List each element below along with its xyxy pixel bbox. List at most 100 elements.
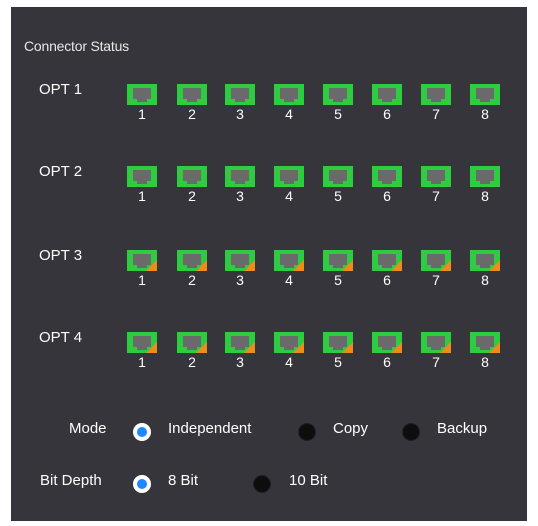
mode-copy-radio[interactable] xyxy=(298,423,316,441)
warning-corner-icon xyxy=(146,260,157,271)
mode-backup-radio[interactable] xyxy=(402,423,420,441)
warning-corner-icon xyxy=(244,260,255,271)
port-number: 5 xyxy=(334,272,342,288)
warning-corner-icon xyxy=(440,260,451,271)
opt-1-port-8: 8 xyxy=(470,84,500,122)
panel-title: Connector Status xyxy=(24,38,129,54)
port-number: 6 xyxy=(383,106,391,122)
port-number: 8 xyxy=(481,272,489,288)
ethernet-port-icon xyxy=(225,84,255,105)
ethernet-port-icon xyxy=(372,332,402,353)
opt-2-port-3: 3 xyxy=(225,166,255,204)
opt-3-port-2: 2 xyxy=(177,250,207,288)
port-number: 5 xyxy=(334,354,342,370)
ethernet-port-icon xyxy=(323,84,353,105)
port-number: 4 xyxy=(285,106,293,122)
ethernet-port-icon xyxy=(421,84,451,105)
port-number: 1 xyxy=(138,106,146,122)
ethernet-port-icon xyxy=(323,250,353,271)
bit-depth-label: Bit Depth xyxy=(40,472,102,489)
opt-3-port-4: 4 xyxy=(274,250,304,288)
port-number: 7 xyxy=(432,106,440,122)
opt-4-port-2: 2 xyxy=(177,332,207,370)
port-number: 6 xyxy=(383,272,391,288)
warning-corner-icon xyxy=(440,342,451,353)
bit-depth-10bit-radio[interactable] xyxy=(253,475,271,493)
opt-2-port-8: 8 xyxy=(470,166,500,204)
port-number: 2 xyxy=(188,188,196,204)
warning-corner-icon xyxy=(293,342,304,353)
port-number: 8 xyxy=(481,106,489,122)
ethernet-port-icon xyxy=(372,84,402,105)
opt-4-port-3: 3 xyxy=(225,332,255,370)
port-number: 7 xyxy=(432,354,440,370)
port-number: 4 xyxy=(285,272,293,288)
ethernet-port-icon xyxy=(274,250,304,271)
opt-1-port-2: 2 xyxy=(177,84,207,122)
port-number: 3 xyxy=(236,188,244,204)
opt-1-port-6: 6 xyxy=(372,84,402,122)
opt-3-port-7: 7 xyxy=(421,250,451,288)
mode-independent-label[interactable]: Independent xyxy=(168,420,251,437)
mode-backup-label[interactable]: Backup xyxy=(437,420,487,437)
opt-4-port-8: 8 xyxy=(470,332,500,370)
ethernet-port-icon xyxy=(127,332,157,353)
warning-corner-icon xyxy=(391,342,402,353)
warning-corner-icon xyxy=(196,260,207,271)
opt-4-port-1: 1 xyxy=(127,332,157,370)
ethernet-port-icon xyxy=(470,332,500,353)
ethernet-port-icon xyxy=(372,250,402,271)
opt-2-port-7: 7 xyxy=(421,166,451,204)
ethernet-port-icon xyxy=(177,332,207,353)
opt-3-port-6: 6 xyxy=(372,250,402,288)
opt-2-label: OPT 2 xyxy=(39,163,83,180)
opt-4-port-4: 4 xyxy=(274,332,304,370)
opt-3-port-8: 8 xyxy=(470,250,500,288)
port-number: 4 xyxy=(285,188,293,204)
port-number: 3 xyxy=(236,106,244,122)
ethernet-port-icon xyxy=(225,166,255,187)
opt-2-port-6: 6 xyxy=(372,166,402,204)
warning-corner-icon xyxy=(391,260,402,271)
opt-2-port-4: 4 xyxy=(274,166,304,204)
warning-corner-icon xyxy=(146,342,157,353)
opt-1-port-4: 4 xyxy=(274,84,304,122)
bit-depth-10bit-label[interactable]: 10 Bit xyxy=(289,472,327,489)
warning-corner-icon xyxy=(489,260,500,271)
bit-depth-8bit-radio[interactable] xyxy=(133,475,151,493)
opt-2-port-5: 5 xyxy=(323,166,353,204)
ethernet-port-icon xyxy=(274,84,304,105)
port-number: 3 xyxy=(236,354,244,370)
opt-4-label: OPT 4 xyxy=(39,329,83,346)
bit-depth-8bit-label[interactable]: 8 Bit xyxy=(168,472,198,489)
ethernet-port-icon xyxy=(127,84,157,105)
opt-1-port-5: 5 xyxy=(323,84,353,122)
port-number: 6 xyxy=(383,354,391,370)
ethernet-port-icon xyxy=(421,166,451,187)
mode-copy-label[interactable]: Copy xyxy=(333,420,368,437)
port-number: 2 xyxy=(188,106,196,122)
opt-1-label: OPT 1 xyxy=(39,81,83,98)
ethernet-port-icon xyxy=(470,250,500,271)
opt-4-port-5: 5 xyxy=(323,332,353,370)
port-number: 1 xyxy=(138,188,146,204)
opt-1-port-1: 1 xyxy=(127,84,157,122)
connector-status-panel: Connector Status OPT 1 1 2 3 4 5 6 7 8 OPT 2 1 2 3 4 5… xyxy=(11,7,527,521)
ethernet-port-icon xyxy=(274,332,304,353)
ethernet-port-icon xyxy=(372,166,402,187)
opt-4-port-7: 7 xyxy=(421,332,451,370)
mode-independent-radio[interactable] xyxy=(133,423,151,441)
ethernet-port-icon xyxy=(177,84,207,105)
warning-corner-icon xyxy=(196,342,207,353)
ethernet-port-icon xyxy=(177,166,207,187)
port-number: 2 xyxy=(188,272,196,288)
port-number: 5 xyxy=(334,188,342,204)
warning-corner-icon xyxy=(342,342,353,353)
port-number: 6 xyxy=(383,188,391,204)
ethernet-port-icon xyxy=(127,166,157,187)
port-number: 8 xyxy=(481,354,489,370)
ethernet-port-icon xyxy=(225,332,255,353)
port-number: 8 xyxy=(481,188,489,204)
ethernet-port-icon xyxy=(470,84,500,105)
opt-2-port-2: 2 xyxy=(177,166,207,204)
